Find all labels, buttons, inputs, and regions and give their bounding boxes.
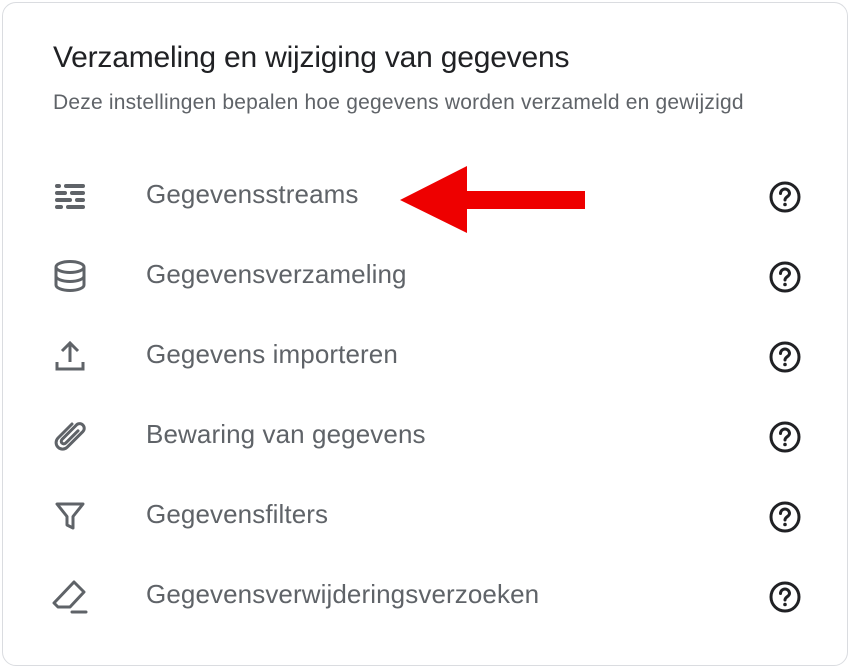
menu-item-label: Gegevens importeren <box>146 339 398 369</box>
section-subtitle: Deze instellingen bepalen hoe gegevens w… <box>53 91 744 114</box>
help-icon[interactable] <box>768 580 802 614</box>
eraser-icon <box>52 578 88 614</box>
help-icon[interactable] <box>768 500 802 534</box>
streams-icon <box>52 178 88 214</box>
menu-item-data-collection[interactable]: Gegevensverzameling <box>40 236 820 316</box>
menu-item-data-retention[interactable]: Bewaring van gegevens <box>40 396 820 476</box>
menu-item-label: Gegevensfilters <box>146 499 329 529</box>
menu-item-data-import[interactable]: Gegevens importeren <box>40 316 820 396</box>
help-icon[interactable] <box>768 420 802 454</box>
database-icon <box>52 258 88 294</box>
section-title: Verzameling en wijziging van gegevens <box>53 41 570 74</box>
retention-icon <box>52 418 88 454</box>
menu-item-label: Bewaring van gegevens <box>146 419 426 449</box>
menu-item-label: Gegevensstreams <box>146 179 359 209</box>
menu-item-data-filters[interactable]: Gegevensfilters <box>40 476 820 556</box>
upload-icon <box>52 338 88 374</box>
menu-item-label: Gegevensverzameling <box>146 259 407 289</box>
help-icon[interactable] <box>768 340 802 374</box>
help-icon[interactable] <box>768 260 802 294</box>
help-icon[interactable] <box>768 180 802 214</box>
menu-item-data-deletion-requests[interactable]: Gegevensverwijderingsverzoeken <box>40 556 820 636</box>
annotation-arrow-icon <box>400 166 585 233</box>
filter-icon <box>52 498 88 534</box>
menu-item-label: Gegevensverwijderingsverzoeken <box>146 579 540 609</box>
